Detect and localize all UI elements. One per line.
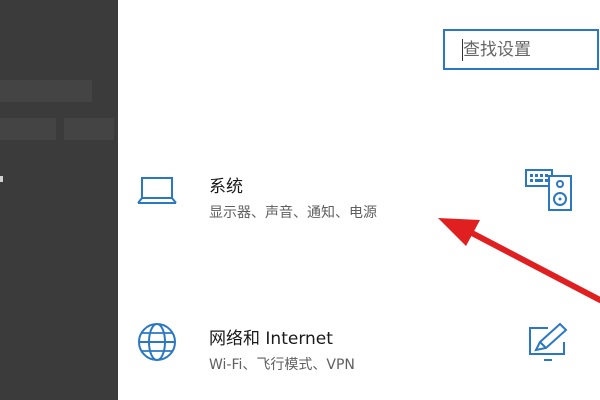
- sidebar-marker: [0, 176, 3, 182]
- settings-window: 系统 显示器、声音、通知、电源 网络和 Internet Wi-Fi、飞行模式、…: [0, 0, 600, 400]
- sidebar-item-blurred[interactable]: [0, 80, 92, 102]
- sidebar-item-blurred[interactable]: [64, 118, 114, 140]
- sidebar-item-blurred[interactable]: [0, 118, 56, 140]
- category-devices[interactable]: [524, 164, 600, 220]
- keyboard-speaker-icon: [524, 164, 578, 218]
- category-description: Wi-Fi、飞行模式、VPN: [209, 357, 355, 373]
- search-box[interactable]: [443, 29, 599, 70]
- category-personalization[interactable]: [526, 320, 600, 376]
- category-network-internet[interactable]: 网络和 Internet Wi-Fi、飞行模式、VPN: [137, 320, 437, 376]
- category-system[interactable]: 系统 显示器、声音、通知、电源: [137, 172, 437, 228]
- category-title: 网络和 Internet: [209, 329, 333, 349]
- category-description: 显示器、声音、通知、电源: [209, 205, 377, 221]
- pen-tablet-icon: [526, 320, 572, 368]
- search-input[interactable]: [463, 31, 593, 68]
- laptop-icon: [137, 172, 181, 216]
- category-title: 系统: [209, 177, 243, 197]
- globe-icon: [137, 320, 181, 368]
- sidebar: [0, 0, 118, 400]
